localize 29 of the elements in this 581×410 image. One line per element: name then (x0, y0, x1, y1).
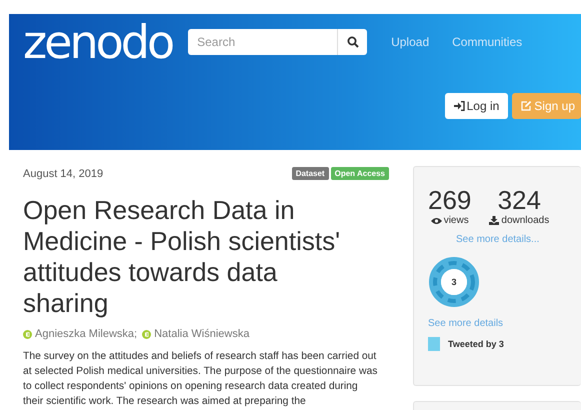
orcid-icon (142, 330, 152, 338)
altmetric-details-link[interactable]: See more details (428, 318, 581, 329)
eye-icon (430, 216, 442, 224)
edit-icon (521, 101, 532, 111)
altmetric-badge[interactable]: 3 (428, 256, 480, 308)
login-icon (454, 101, 465, 111)
orcid-icon (23, 330, 32, 338)
publication-date: August 14, 2019 (23, 168, 104, 180)
record-tag: Dataset (292, 167, 329, 180)
twitter-legend-swatch (428, 337, 440, 351)
details-link[interactable]: See more details... (456, 234, 581, 245)
search-icon (346, 36, 359, 48)
search-button[interactable] (337, 29, 368, 55)
record-title: Open Research Data in Medicine - Polish scientists' attitudes towards data sharing (23, 195, 342, 319)
downloads-count: 324 (498, 185, 541, 215)
nav-link[interactable]: Upload (391, 35, 430, 49)
author-link[interactable]: Natalia Wiśniewska (154, 328, 250, 340)
altmetric-donut-drawing (428, 256, 480, 308)
author-link[interactable]: Agnieszka Milewska; (35, 328, 138, 340)
views-count: 269 (428, 185, 472, 215)
site-logo[interactable]: zenodo (23, 18, 172, 66)
abstract-text: The survey on the attitudes and beliefs of research staff has been carried out at selected Polish medical universities. The purpose of the questionnaire was to collect respondents' opinions on opening research data created during their scientific work. The research was aimed at preparing the (23, 350, 378, 409)
download-icon (489, 216, 500, 225)
record-tag: Open Access (330, 167, 389, 180)
downloads-label: downloads (501, 215, 550, 226)
tweet-count: Tweeted by 3 (448, 339, 504, 349)
login-button[interactable]: Log in (444, 93, 508, 119)
views-label: views (444, 215, 469, 226)
search-field[interactable]: Search (188, 29, 338, 55)
